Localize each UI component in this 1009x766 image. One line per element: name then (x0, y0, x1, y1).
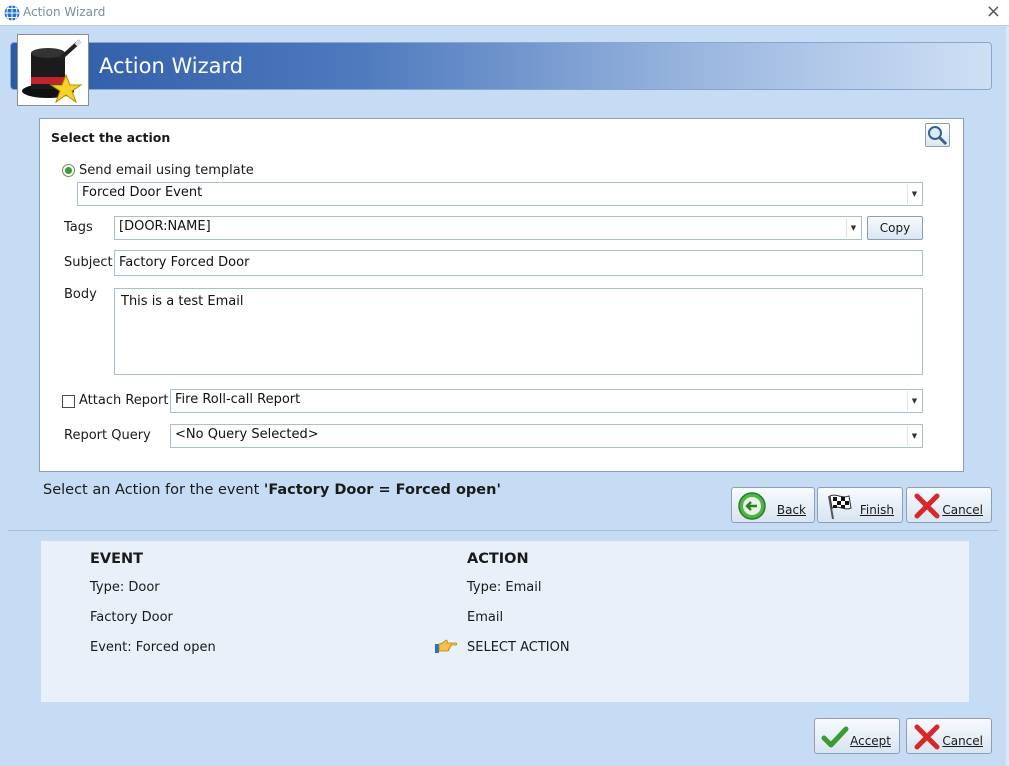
checkered-flag-icon (828, 494, 852, 520)
report-query-value: <No Query Selected> (175, 427, 319, 442)
send-email-radio[interactable] (62, 164, 75, 177)
prompt-prefix: Select an Action for the event (43, 482, 264, 498)
back-arrow-icon (738, 492, 766, 520)
event-heading: EVENT (90, 551, 144, 567)
action-select: SELECT ACTION (467, 640, 570, 655)
chevron-down-icon[interactable]: ▼ (907, 391, 921, 411)
search-button[interactable] (925, 123, 950, 147)
divider (8, 530, 998, 531)
report-query-label: Report Query (64, 428, 151, 443)
body-value: This is a test Email (121, 294, 244, 309)
event-prompt: Select an Action for the event 'Factory … (43, 482, 501, 498)
action-heading: ACTION (467, 551, 529, 567)
send-email-label: Send email using template (79, 163, 254, 178)
subject-value: Factory Forced Door (119, 255, 250, 270)
wizard-title: Action Wizard (99, 54, 244, 78)
cancel-button[interactable]: Cancel (906, 487, 992, 523)
select-action-panel: Select the action Send email using templ… (39, 118, 964, 472)
body-label: Body (64, 287, 97, 302)
accept-button[interactable]: Accept (814, 718, 900, 754)
send-email-option[interactable]: Send email using template (62, 163, 254, 178)
finish-button[interactable]: Finish (817, 487, 903, 523)
action-name: Email (467, 610, 504, 625)
chevron-down-icon[interactable]: ▼ (907, 184, 921, 204)
chevron-down-icon[interactable]: ▼ (846, 218, 860, 238)
accept-label: Accept (850, 734, 891, 748)
attach-report-checkbox[interactable] (62, 395, 75, 408)
tags-dropdown[interactable]: [DOOR:NAME] ▼ (114, 216, 862, 240)
event-event: Event: Forced open (90, 640, 216, 655)
wizard-logo (17, 34, 89, 106)
attach-report-label: Attach Report (79, 393, 169, 408)
footer-cancel-button[interactable]: Cancel (906, 718, 992, 754)
subject-label: Subject (64, 255, 113, 270)
body-textarea[interactable]: This is a test Email (114, 288, 923, 375)
wizard-banner: Action Wizard (10, 42, 992, 90)
template-dropdown[interactable]: Forced Door Event ▼ (77, 182, 923, 206)
back-label: Back (776, 503, 806, 517)
panel-heading: Select the action (51, 130, 171, 145)
template-value: Forced Door Event (82, 185, 203, 200)
report-query-dropdown[interactable]: <No Query Selected> ▼ (170, 424, 923, 448)
summary-panel: EVENT Type: Door Factory Door Event: For… (41, 541, 969, 702)
globe-app-icon (4, 5, 20, 21)
report-value: Fire Roll-call Report (175, 392, 301, 407)
prompt-event: 'Factory Door = Forced open' (263, 482, 501, 498)
report-dropdown[interactable]: Fire Roll-call Report ▼ (170, 389, 923, 413)
chevron-down-icon[interactable]: ▼ (907, 426, 921, 446)
pointing-hand-icon (435, 639, 458, 653)
tags-value: [DOOR:NAME] (119, 219, 211, 234)
event-type: Type: Door (90, 580, 160, 595)
window-title: Action Wizard (23, 5, 106, 19)
title-bar: Action Wizard × (0, 0, 1009, 26)
cancel-label: Cancel (942, 503, 983, 517)
back-button[interactable]: Back (731, 487, 815, 523)
tags-label: Tags (64, 220, 93, 235)
copy-button[interactable]: Copy (867, 216, 923, 240)
finish-label: Finish (859, 503, 894, 517)
action-type: Type: Email (467, 580, 542, 595)
red-x-icon (914, 493, 940, 519)
event-name: Factory Door (90, 610, 173, 625)
red-x-icon (914, 724, 940, 750)
subject-input[interactable]: Factory Forced Door (114, 250, 923, 276)
magnifier-icon (928, 126, 948, 146)
magic-hat-star-icon (22, 39, 83, 104)
footer-cancel-label: Cancel (942, 734, 983, 748)
close-icon[interactable]: × (986, 2, 1001, 22)
green-check-icon (821, 726, 849, 748)
